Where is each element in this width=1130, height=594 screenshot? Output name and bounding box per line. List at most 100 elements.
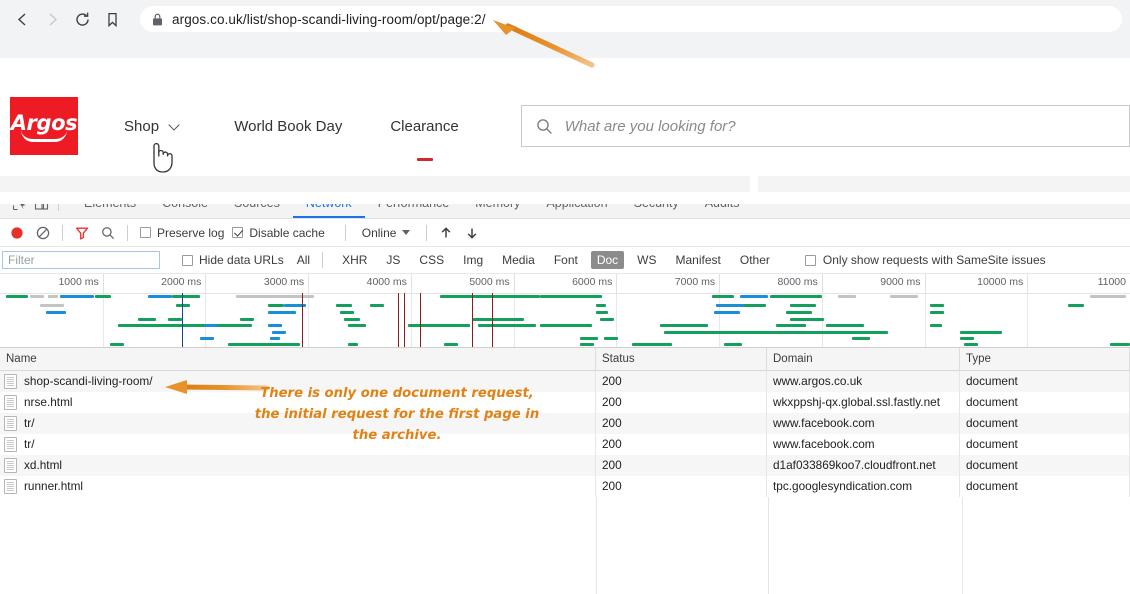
timeline-tick-label: 11000 [1097,276,1126,288]
filter-divider [322,252,324,268]
column-header-status[interactable]: Status [596,348,767,370]
filter-funnel-icon [75,227,89,240]
cell-name-text: xd.html [24,458,63,472]
page-content-strip [0,176,1130,204]
column-header-name[interactable]: Name [0,348,596,370]
overview-request-bar [168,318,182,321]
filter-type-css[interactable]: CSS [413,251,450,269]
record-button[interactable] [4,220,30,246]
overview-request-bar [852,337,870,340]
timeline-tick: 10000 ms [925,274,1029,293]
overview-request-bar [790,304,816,307]
filter-type-img[interactable]: Img [457,251,489,269]
back-button[interactable] [8,5,36,33]
overview-request-bar [972,331,1002,334]
overview-event-marker [398,293,400,347]
table-row[interactable]: tr/200 www.facebook.com document [0,413,1130,434]
clear-button[interactable] [30,220,56,246]
preserve-log-checkbox[interactable]: Preserve log [140,226,238,240]
samesite-checkbox[interactable]: Only show requests with SameSite issues [798,253,1046,267]
site-search-box[interactable]: What are you looking for? [520,105,1130,147]
lock-icon [152,13,163,26]
cell-domain: www.argos.co.uk [767,371,960,392]
cell-type: document [960,371,1130,392]
preserve-log-box [140,227,151,238]
overview-request-bar [786,311,812,314]
overview-request-bar [1068,304,1084,307]
timeline-tick: 4000 ms [308,274,412,293]
address-bar[interactable]: argos.co.uk/list/shop-scandi-living-room… [140,6,1122,32]
overview-request-bar [148,295,172,298]
cell-name: runner.html [0,476,596,497]
cell-status: 200 [596,455,767,476]
record-stop-icon [11,226,23,239]
overview-request-bar [604,337,618,340]
filter-type-xhr[interactable]: XHR [336,251,373,269]
cell-type: document [960,455,1130,476]
table-row[interactable]: nrse.html 200 wkxppshj-qx.global.ssl.fastl… [0,392,1130,413]
overview-request-bar [580,343,594,346]
chevron-down-icon[interactable] [402,230,411,235]
column-header-domain[interactable]: Domain [767,348,960,370]
cell-type: document [960,434,1130,455]
timeline-tick: 3000 ms [205,274,310,293]
overview-request-bar [204,324,218,327]
import-har-button[interactable] [433,220,459,246]
filter-type-all[interactable]: All [291,251,316,269]
toolbar-divider-4 [426,224,428,241]
nav-item-shop[interactable]: Shop [124,118,180,135]
filter-type-js[interactable]: JS [380,251,406,269]
filter-type-font[interactable]: Font [548,251,584,269]
filter-type-media[interactable]: Media [496,251,541,269]
overview-request-bar [540,324,592,327]
nav-item-clearance[interactable]: Clearance [390,118,459,161]
table-row[interactable]: tr/200 www.facebook.com document [0,434,1130,455]
network-overview[interactable]: 1000 ms 2000 ms 3000 ms 4000 ms 5000 ms 6000 … [0,274,1130,348]
overview-gridline [719,293,721,347]
filter-type-other[interactable]: Other [734,251,776,269]
argos-site-header: Argos Shop World Book Day Clearance What… [0,58,1130,176]
filter-type-manifest[interactable]: Manifest [670,251,727,269]
filter-toggle-button[interactable] [69,220,95,246]
forward-button[interactable] [38,5,66,33]
empty-grid-area [0,497,1130,594]
overview-request-bar [270,337,280,340]
annotation-note-line-1: There is only one document request, [260,386,534,401]
argos-logo[interactable]: Argos [10,97,78,155]
reload-button[interactable] [68,5,96,33]
disable-cache-checkbox[interactable]: Disable cache [232,226,338,240]
cell-domain: d1af033869koo7.cloudfront.net [767,455,960,476]
overview-request-bar [712,295,734,298]
search-button[interactable] [95,220,121,246]
table-row[interactable]: xd.html 200 d1af033869koo7.cloudfront.net d… [0,455,1130,476]
filter-input[interactable]: Filter [2,251,160,269]
annotation-note-line-3: the archive. [352,428,442,443]
filter-type-doc[interactable]: Doc [590,251,625,269]
overview-request-bar [964,343,978,346]
overview-request-bar [664,331,888,334]
timeline-tick-label: 7000 ms [674,276,716,288]
throttling-value[interactable]: Online [362,226,397,240]
requests-table: Name Status Domain Type shop-scandi-livi… [0,348,1130,594]
filter-type-ws[interactable]: WS [631,251,662,269]
table-row[interactable]: runner.html 200 tpc.googlesyndication.com d… [0,476,1130,497]
search-icon [102,226,115,239]
cell-type: document [960,392,1130,413]
overview-request-bar [632,343,672,346]
nav-item-world-book-day[interactable]: World Book Day [234,118,342,135]
hide-data-urls-box [182,254,193,266]
timeline-tick: 8000 ms [719,274,823,293]
bookmark-button[interactable] [98,5,126,33]
column-header-type[interactable]: Type [960,348,1130,370]
hide-data-urls-checkbox[interactable]: Hide data URLs [176,253,284,267]
overview-request-bar [596,304,606,307]
toolbar-divider-2 [127,224,128,241]
timeline-tick-label: 2000 ms [161,276,202,288]
overview-request-bar [336,304,352,307]
document-file-icon [4,374,17,389]
disable-cache-label: Disable cache [249,225,325,240]
cell-name-text: runner.html [24,479,84,493]
table-row[interactable]: shop-scandi-living-room/200 www.argos.co.… [0,371,1130,392]
overview-event-marker [472,293,474,347]
export-har-button[interactable] [459,220,485,246]
